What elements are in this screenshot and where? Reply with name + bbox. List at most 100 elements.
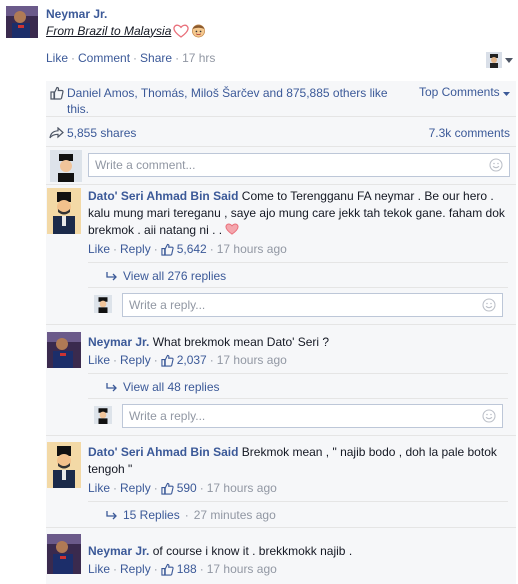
viewer-avatar (486, 52, 502, 68)
write-reply-placeholder: Write a reply... (129, 409, 206, 423)
reply-arrow-icon (106, 272, 117, 281)
reply-arrow-icon (106, 511, 117, 520)
separator: · (113, 242, 118, 256)
top-comments-dropdown[interactable]: Top Comments (419, 85, 510, 99)
comments-count[interactable]: 7.3k comments (429, 126, 510, 140)
comment-body: Neymar Jr. What brekmok mean Dato' Seri … (88, 334, 508, 351)
post-caption-text: From Brazil to Malaysia (46, 23, 172, 38)
separator: · (199, 481, 204, 495)
separator: · (153, 481, 158, 495)
comment-meta: Like · Reply · 188 · 17 hours ago (88, 562, 277, 576)
separator: · (133, 51, 138, 65)
write-reply-input[interactable]: Write a reply... (122, 293, 503, 317)
comment-author[interactable]: Neymar Jr. (88, 544, 149, 558)
top-comments-label: Top Comments (418, 85, 500, 99)
comment-text: What brekmok mean Dato' Seri ? (152, 335, 330, 349)
comments-section: Daniel Amos, Thomás, Miloš Šarčev and 87… (46, 81, 516, 584)
divider (88, 398, 508, 399)
view-replies-link[interactable]: 15 Replies · 27 minutes ago (106, 508, 276, 522)
shares-row: 5,855 shares 7.3k comments (46, 117, 516, 147)
separator: · (175, 51, 180, 65)
comment-time[interactable]: 17 hours ago (207, 481, 277, 495)
separator: · (209, 353, 214, 367)
likes-summary-text[interactable]: Daniel Amos, Thomás, Miloš Šarčev and 87… (67, 86, 388, 116)
comment-reply-link[interactable]: Reply (120, 481, 151, 495)
comment-body: Dato' Seri Ahmad Bin Said Brekmok mean ,… (88, 444, 508, 478)
comment-meta: Like · Reply · 2,037 · 17 hours ago (88, 353, 287, 367)
heart-icon (173, 24, 190, 38)
post-time[interactable]: 17 hrs (182, 51, 215, 65)
share-arrow-icon (49, 127, 64, 139)
post-actions: Like · Comment · Share · 17 hrs (46, 51, 215, 65)
write-comment-placeholder: Write a comment... (95, 158, 196, 172)
divider (88, 262, 508, 263)
comment-like-link[interactable]: Like (88, 562, 110, 576)
comment-author[interactable]: Neymar Jr. (88, 335, 149, 349)
smiley-icon[interactable] (482, 409, 496, 423)
post-author[interactable]: Neymar Jr. (46, 7, 107, 21)
comment-like-count[interactable]: 2,037 (177, 353, 207, 367)
comment-body: Dato' Seri Ahmad Bin Said Come to Tereng… (88, 188, 508, 239)
comment-like-link[interactable]: Like (88, 242, 110, 256)
separator: · (113, 481, 118, 495)
comment-like-count[interactable]: 590 (177, 481, 197, 495)
comment-reply-link[interactable]: Reply (120, 242, 151, 256)
write-comment-input[interactable]: Write a comment... (88, 153, 510, 177)
like-thumb-icon (161, 563, 174, 576)
viewer-avatar (50, 150, 82, 182)
post-share-link[interactable]: Share (140, 51, 172, 65)
like-thumb-icon (161, 482, 174, 495)
commenter-avatar[interactable] (47, 442, 81, 488)
separator: · (184, 508, 189, 522)
comment-reply-link[interactable]: Reply (120, 562, 151, 576)
view-replies-link[interactable]: View all 48 replies (106, 380, 220, 394)
comment-meta: Like · Reply · 590 · 17 hours ago (88, 481, 277, 495)
view-replies-link[interactable]: View all 276 replies (106, 269, 226, 283)
dropdown-caret-icon (503, 92, 510, 96)
viewer-avatar (94, 295, 112, 313)
comment-author[interactable]: Dato' Seri Ahmad Bin Said (88, 189, 238, 203)
like-thumb-icon (50, 86, 64, 100)
comment-like-link[interactable]: Like (88, 353, 110, 367)
commenter-avatar[interactable] (47, 188, 81, 234)
commenter-avatar[interactable] (47, 534, 81, 574)
divider (46, 324, 516, 325)
comment-meta: Like · Reply · 5,642 · 17 hours ago (88, 242, 287, 256)
comment-time[interactable]: 17 hours ago (217, 353, 287, 367)
shares-count[interactable]: 5,855 shares (67, 126, 136, 140)
divider (88, 501, 508, 502)
comment-reply-link[interactable]: Reply (120, 353, 151, 367)
reply-arrow-icon (106, 383, 117, 392)
emoji-face-icon (192, 24, 206, 38)
comment-like-count[interactable]: 5,642 (177, 242, 207, 256)
separator: · (199, 562, 204, 576)
viewer-switcher[interactable] (486, 52, 513, 68)
dropdown-caret-icon (505, 57, 513, 63)
write-reply-placeholder: Write a reply... (129, 298, 206, 312)
view-replies-label: 15 Replies (123, 508, 180, 522)
comment-like-count[interactable]: 188 (177, 562, 197, 576)
separator: · (153, 242, 158, 256)
comment-like-link[interactable]: Like (88, 481, 110, 495)
commenter-avatar[interactable] (47, 332, 81, 368)
comment-time[interactable]: 17 hours ago (217, 242, 287, 256)
separator: · (153, 562, 158, 576)
smiley-icon[interactable] (482, 298, 496, 312)
post-like-link[interactable]: Like (46, 51, 68, 65)
divider (46, 527, 516, 528)
divider (88, 287, 508, 288)
comment-time[interactable]: 17 hours ago (207, 562, 277, 576)
separator: · (113, 353, 118, 367)
write-reply-input[interactable]: Write a reply... (122, 404, 503, 428)
separator: · (153, 353, 158, 367)
post-header: Neymar Jr. From Brazil to Malaysia Like ·… (0, 0, 518, 70)
viewer-avatar (94, 406, 112, 424)
neymar-avatar[interactable] (6, 6, 38, 38)
post-comment-link[interactable]: Comment (78, 51, 130, 65)
smiley-icon[interactable] (489, 158, 503, 172)
comment-body: Neymar Jr. of course i know it . brekkmo… (88, 543, 508, 560)
divider (88, 373, 508, 374)
divider (46, 435, 516, 436)
likes-summary[interactable]: Daniel Amos, Thomás, Miloš Šarčev and 87… (67, 85, 397, 117)
comment-author[interactable]: Dato' Seri Ahmad Bin Said (88, 445, 238, 459)
